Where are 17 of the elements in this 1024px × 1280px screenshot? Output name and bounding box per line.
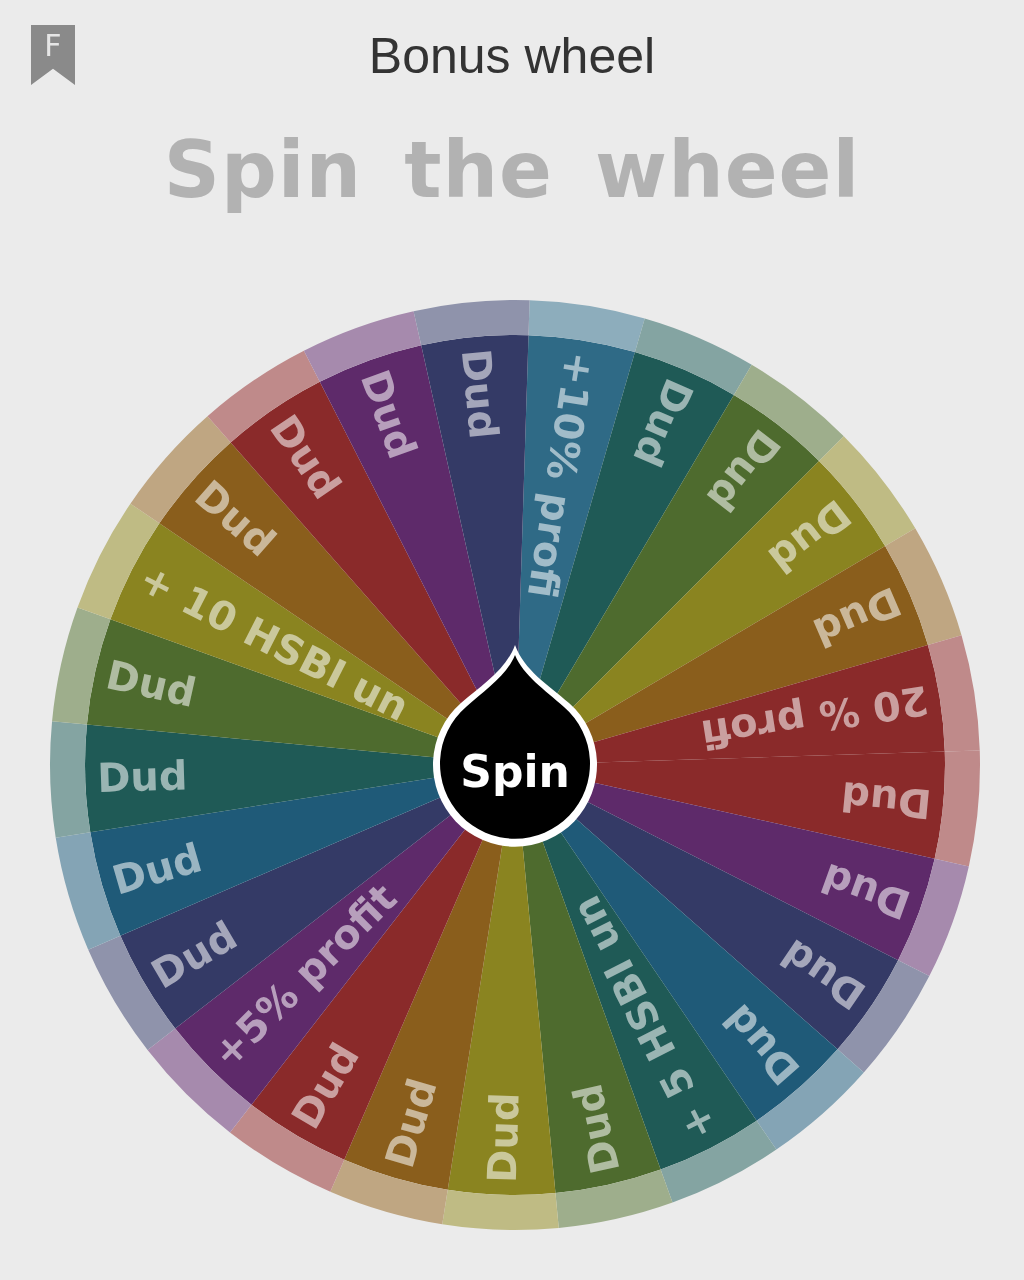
spin-button[interactable]: Spin: [433, 645, 597, 847]
segment-label: Dud: [806, 577, 908, 656]
segment-label: 20 % profi: [698, 676, 932, 759]
segment-label: Dud: [107, 834, 207, 904]
segment-label: Dud: [376, 1073, 446, 1173]
segment-label: Dud: [452, 346, 508, 441]
segment-label: Dud: [478, 1091, 528, 1184]
segment-label: Dud: [96, 752, 189, 802]
segment-label: Dud: [102, 651, 201, 716]
segment-label: Dud: [815, 854, 917, 929]
heading: Spin the wheel: [163, 124, 861, 217]
segment-label: Dud: [624, 372, 703, 474]
page-title: Bonus wheel: [368, 27, 656, 85]
segment-label: Dud: [839, 772, 934, 828]
segment-label: Dud: [351, 363, 426, 465]
segment-label: +10% profi: [518, 348, 604, 602]
segment-label: Dud: [564, 1079, 629, 1178]
